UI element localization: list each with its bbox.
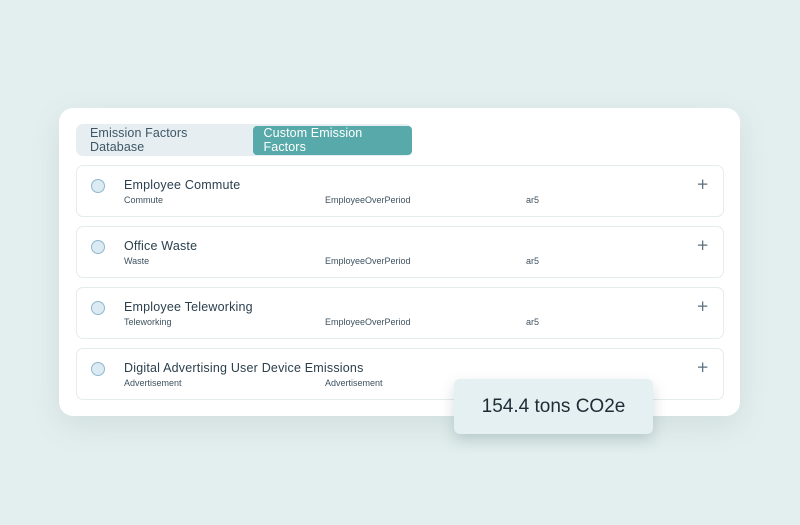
list-item[interactable]: Employee Commute Commute EmployeeOverPer… bbox=[76, 165, 724, 217]
item-category: Teleworking bbox=[124, 317, 172, 327]
item-category: Commute bbox=[124, 195, 164, 205]
item-title: Digital Advertising User Device Emission… bbox=[124, 361, 364, 375]
radio-button[interactable] bbox=[91, 301, 105, 315]
item-type: EmployeeOverPeriod bbox=[325, 317, 411, 327]
item-source: ar5 bbox=[526, 317, 540, 327]
item-title: Employee Commute bbox=[124, 178, 241, 192]
item-type: Advertisement bbox=[325, 378, 383, 388]
item-type: EmployeeOverPeriod bbox=[325, 195, 411, 205]
item-category: Waste bbox=[124, 256, 150, 266]
emission-factors-panel: Emission Factors Database Custom Emissio… bbox=[59, 108, 740, 416]
plus-icon[interactable]: + bbox=[696, 176, 709, 192]
item-source: ar5 bbox=[526, 195, 540, 205]
item-type: EmployeeOverPeriod bbox=[325, 256, 411, 266]
plus-icon[interactable]: + bbox=[696, 359, 709, 375]
item-title: Employee Teleworking bbox=[124, 300, 253, 314]
radio-button[interactable] bbox=[91, 179, 105, 193]
radio-button[interactable] bbox=[91, 240, 105, 254]
item-title: Office Waste bbox=[124, 239, 198, 253]
tab-custom-emission-factors[interactable]: Custom Emission Factors bbox=[252, 125, 412, 155]
list-item[interactable]: Employee Teleworking Teleworking Employe… bbox=[76, 287, 724, 339]
item-source: ar5 bbox=[526, 256, 540, 266]
item-category: Advertisement bbox=[124, 378, 182, 388]
tab-group: Emission Factors Database Custom Emissio… bbox=[76, 124, 412, 156]
radio-button[interactable] bbox=[91, 362, 105, 376]
plus-icon[interactable]: + bbox=[696, 237, 709, 253]
list-item[interactable]: Office Waste Waste EmployeeOverPeriod ar… bbox=[76, 226, 724, 278]
total-emissions-card: 154.4 tons CO2e bbox=[454, 379, 653, 434]
plus-icon[interactable]: + bbox=[696, 298, 709, 314]
tab-emission-factors-database[interactable]: Emission Factors Database bbox=[76, 124, 252, 156]
